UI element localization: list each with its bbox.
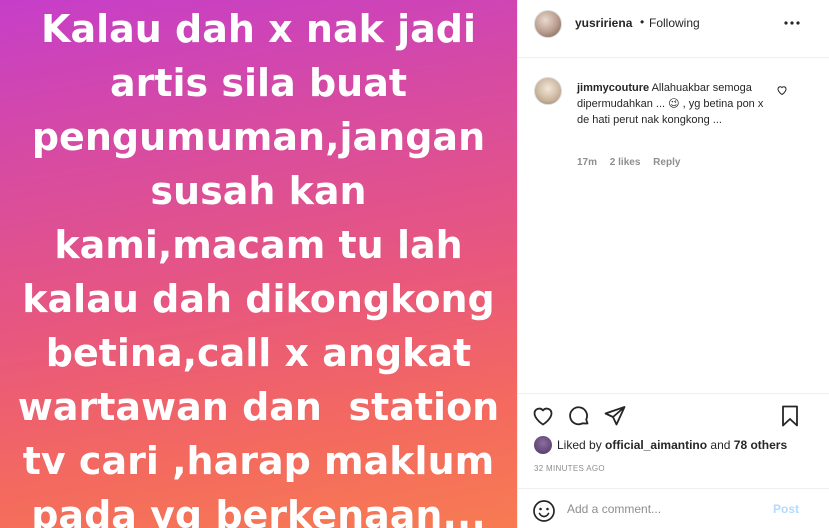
post-details-panel: yusririena • Following jimmycouture Alla… (517, 0, 829, 528)
header-separator: • (640, 15, 645, 29)
image-text-line: Kalau dah x nak jadi (41, 7, 476, 51)
liked-by-and: and (710, 438, 731, 452)
image-text-line: artis sila buat (109, 61, 408, 105)
bookmark-icon[interactable] (778, 404, 802, 428)
add-comment-input[interactable] (567, 502, 767, 516)
share-icon[interactable] (603, 404, 627, 428)
comment-time: 17m (577, 157, 598, 168)
comment-icon[interactable] (567, 404, 591, 428)
image-text-line: pengumuman,jangan (31, 115, 486, 159)
post-image[interactable]: Kalau dah x nak jadi artis sila buat pen… (0, 0, 517, 528)
author-username[interactable]: yusririena (575, 16, 632, 30)
liked-by-user[interactable]: official_aimantino (605, 438, 707, 452)
liked-by-prefix: Liked by (557, 438, 602, 452)
emoji-icon[interactable] (532, 499, 556, 523)
commenter-avatar[interactable] (534, 77, 562, 105)
more-horizontal-icon[interactable] (782, 13, 802, 33)
comment-body: jimmycouture Allahuakbar semoga dipermud… (577, 80, 773, 128)
image-text-line: kalau dah dikongkong (22, 277, 495, 321)
comment-likes[interactable]: 2 likes (610, 157, 641, 168)
image-text-line: susah kan (150, 169, 367, 213)
liked-by-others[interactable]: 78 others (734, 438, 787, 452)
image-text-line: pada yg berkenaan... (31, 493, 486, 528)
author-avatar[interactable] (534, 10, 562, 38)
liked-by-row: Liked by official_aimantino and 78 other… (534, 436, 787, 454)
post-header: yusririena • Following (518, 0, 829, 58)
image-text-line: tv cari ,harap maklum (22, 439, 495, 483)
post-image-text: Kalau dah x nak jadi artis sila buat pen… (0, 2, 517, 528)
comment-meta: 17m 2 likes Reply (577, 157, 690, 168)
image-text-line: wartawan dan station (17, 385, 500, 429)
add-comment-bar: Post (518, 488, 829, 528)
commenter-username[interactable]: jimmycouture (577, 82, 649, 94)
comment-like-icon[interactable] (776, 84, 788, 96)
liker-avatar[interactable] (534, 436, 552, 454)
post-comment-button[interactable]: Post (773, 502, 799, 516)
post-timestamp[interactable]: 32 MINUTES AGO (534, 464, 605, 473)
heart-icon[interactable] (531, 404, 555, 428)
image-text-line: betina,call x angkat (45, 331, 472, 375)
following-button[interactable]: Following (649, 16, 700, 30)
reply-button[interactable]: Reply (653, 157, 680, 168)
image-text-line: kami,macam tu lah (54, 223, 463, 267)
